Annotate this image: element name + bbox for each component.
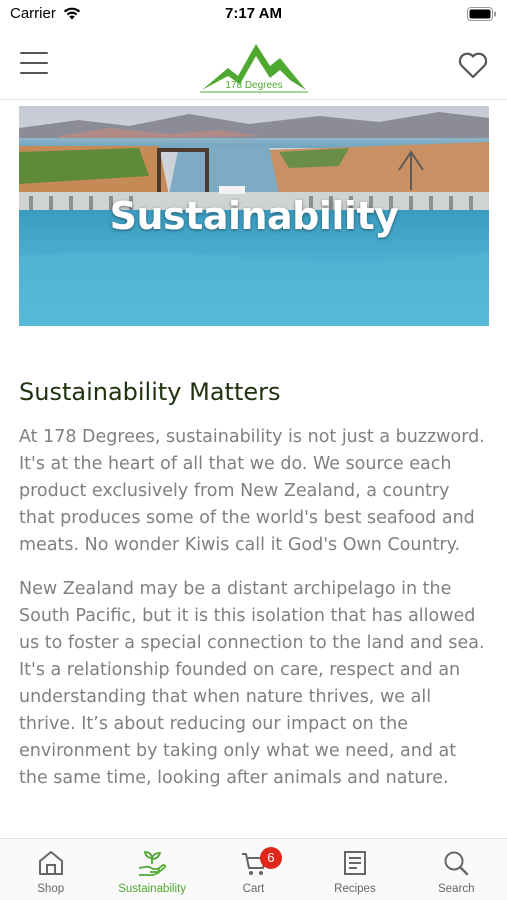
hamburger-line: [20, 62, 48, 64]
heart-icon: [458, 52, 488, 79]
body-paragraph: At 178 Degrees, sustainability is not ju…: [19, 427, 485, 555]
tab-label: Shop: [37, 883, 65, 895]
tab-shop[interactable]: Shop: [0, 839, 101, 900]
tab-sustainability[interactable]: Sustainability: [101, 839, 202, 900]
clock: 7:17 AM: [225, 5, 282, 22]
brand-logo[interactable]: 178 Degrees: [198, 34, 310, 94]
bottom-tab-bar: Shop Sustainability 6 Cart Recipes Searc…: [0, 838, 507, 900]
app-header: 178 Degrees: [0, 30, 507, 100]
body-paragraph: New Zealand may be a distant archipelago…: [19, 579, 485, 788]
tab-label: Cart: [242, 883, 265, 895]
home-icon: [38, 851, 63, 875]
battery-icon: [467, 6, 497, 25]
section-heading: Sustainability Matters: [19, 378, 281, 406]
cart-count-badge: 6: [259, 847, 282, 869]
hamburger-menu-icon: [20, 52, 48, 54]
tab-label: Recipes: [334, 883, 376, 895]
tab-search[interactable]: Search: [406, 839, 507, 900]
sprout-hand-icon: [138, 851, 167, 877]
menu-button[interactable]: [20, 52, 48, 76]
tab-recipes[interactable]: Recipes: [304, 839, 405, 900]
search-icon: [444, 851, 469, 876]
hero-banner: Sustainability: [19, 106, 489, 326]
main-content[interactable]: Sustainability Matters At 178 Degrees, s…: [19, 378, 489, 828]
hamburger-line: [20, 72, 48, 74]
tab-cart[interactable]: 6 Cart: [203, 839, 304, 900]
tab-label: Search: [438, 883, 475, 895]
recipe-book-icon: [343, 851, 366, 875]
logo-text: 178 Degrees: [225, 80, 282, 91]
tab-label: Sustainability: [118, 883, 186, 895]
hero-title: Sustainability: [109, 194, 399, 238]
favorite-button[interactable]: [457, 50, 489, 80]
status-bar: Carrier 7:17 AM: [0, 0, 507, 30]
